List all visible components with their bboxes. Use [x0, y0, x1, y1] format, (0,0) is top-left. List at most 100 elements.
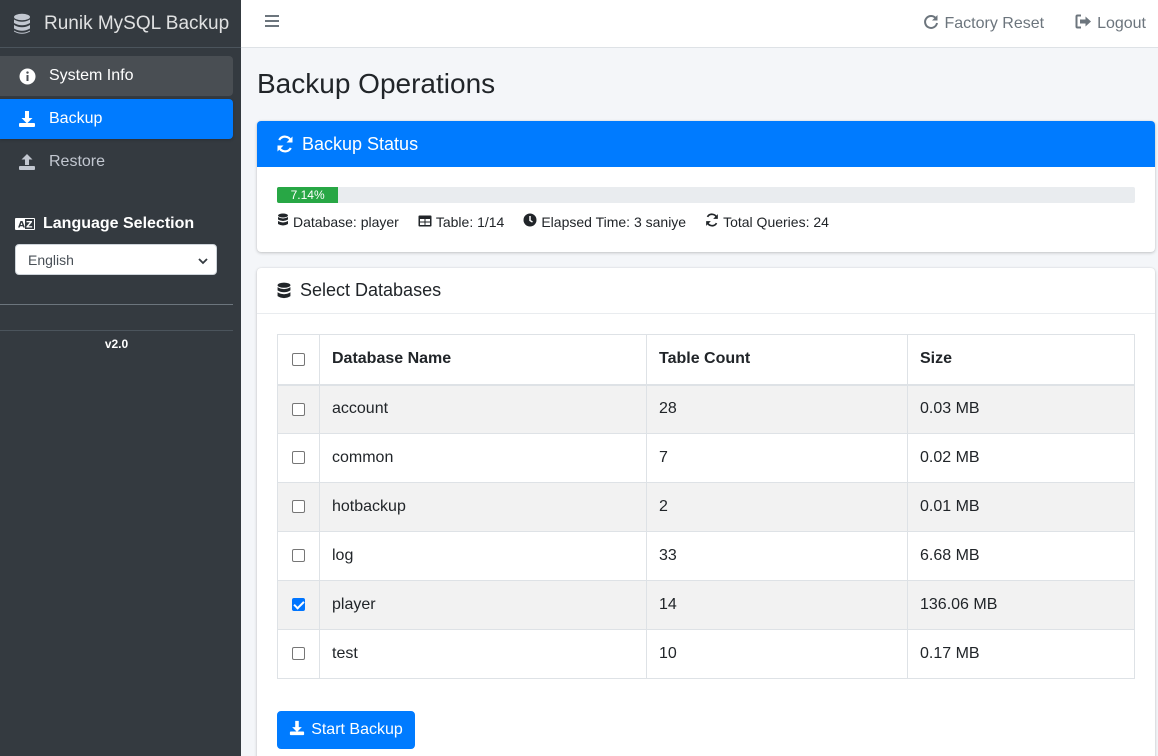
- row-checkbox-cell: [277, 580, 320, 630]
- db-name-cell: test: [319, 629, 647, 679]
- databases-table: Database Name Table Count Size account 2…: [277, 334, 1135, 679]
- table-count-cell: 10: [646, 629, 908, 679]
- db-name-cell: account: [319, 384, 647, 434]
- sidebar-item-label: Backup: [49, 110, 103, 127]
- language-section: AZ Language Selection English: [0, 185, 241, 275]
- table-header-row: Database Name Table Count Size: [277, 334, 1135, 386]
- table-row[interactable]: common 7 0.02 MB: [277, 433, 1135, 483]
- row-checkbox[interactable]: [292, 402, 305, 416]
- table-icon: [418, 214, 432, 230]
- row-checkbox[interactable]: [292, 451, 305, 465]
- sidebar-divider: [0, 330, 233, 331]
- sidebar-item-label: System Info: [49, 67, 134, 84]
- row-checkbox[interactable]: [292, 500, 305, 514]
- topbar: Factory Reset Logout: [241, 0, 1158, 48]
- backup-stats: Database: player Table: 1/14 Elapsed Tim…: [277, 213, 1155, 230]
- size-cell: 6.68 MB: [907, 531, 1135, 581]
- row-checkbox[interactable]: [292, 549, 305, 563]
- row-checkbox-cell: [277, 482, 320, 532]
- row-checkbox[interactable]: [292, 647, 305, 661]
- logout-label: Logout: [1097, 15, 1146, 32]
- sidebar-item-label: Restore: [49, 153, 106, 170]
- top-nav: Factory Reset Logout: [923, 0, 1146, 48]
- sign-out-icon: [1075, 14, 1092, 34]
- size-cell: 0.03 MB: [907, 384, 1135, 434]
- backup-progress: 7.14%: [277, 187, 1135, 203]
- chevron-down-icon: [198, 252, 208, 268]
- stat-table-text: Table: 1/14: [435, 213, 505, 230]
- download-icon: [18, 110, 36, 128]
- row-checkbox-cell: [277, 629, 320, 679]
- stat-table: Table: 1/14: [418, 213, 505, 230]
- svg-text:A: A: [18, 221, 25, 231]
- language-selected-value: English: [28, 251, 74, 268]
- sync-icon: [276, 135, 294, 153]
- language-icon: AZ: [15, 218, 35, 230]
- sidebar-item-backup[interactable]: Backup: [0, 99, 233, 139]
- select-databases-title: Select Databases: [300, 280, 442, 300]
- table-count-cell: 33: [646, 531, 908, 581]
- row-checkbox[interactable]: [292, 598, 305, 612]
- svg-text:Z: Z: [26, 221, 33, 231]
- db-name-cell: hotbackup: [319, 482, 647, 532]
- sidebar-item-system-info[interactable]: System Info: [0, 56, 233, 96]
- row-checkbox-cell: [277, 433, 320, 483]
- main-content: Backup Operations Backup Status 7.14% Da…: [257, 48, 1155, 756]
- size-cell: 136.06 MB: [907, 580, 1135, 630]
- language-title: AZ Language Selection: [15, 215, 226, 233]
- stat-queries-text: Total Queries: 24: [723, 213, 829, 230]
- db-name-cell: common: [319, 433, 647, 483]
- info-circle-icon: [18, 67, 36, 85]
- table-count-cell: 14: [646, 580, 908, 630]
- table-count-cell: 7: [646, 433, 908, 483]
- row-checkbox-cell: [277, 531, 320, 581]
- download-icon: [289, 720, 305, 741]
- size-cell: 0.02 MB: [907, 433, 1135, 483]
- backup-status-header: Backup Status: [257, 121, 1155, 167]
- table-row[interactable]: test 10 0.17 MB: [277, 629, 1135, 679]
- redo-icon: [923, 14, 939, 35]
- start-backup-button[interactable]: Start Backup: [277, 711, 415, 749]
- select-databases-card: Select Databases Database Name Table Cou…: [257, 268, 1155, 756]
- column-header-size[interactable]: Size: [907, 334, 1135, 386]
- stat-elapsed-text: Elapsed Time: 3 saniye: [541, 213, 687, 230]
- table-row[interactable]: player 14 136.06 MB: [277, 580, 1135, 630]
- table-row[interactable]: hotbackup 2 0.01 MB: [277, 482, 1135, 532]
- brand-title: Runik MySQL Backup: [44, 12, 230, 34]
- table-row[interactable]: account 28 0.03 MB: [277, 384, 1135, 434]
- database-icon: [277, 213, 289, 230]
- upload-icon: [18, 153, 36, 171]
- select-all-checkbox[interactable]: [292, 352, 305, 366]
- select-databases-header: Select Databases: [257, 268, 1155, 314]
- db-name-cell: log: [319, 531, 647, 581]
- sync-icon: [705, 213, 719, 230]
- stat-elapsed: Elapsed Time: 3 saniye: [523, 213, 686, 230]
- stat-database-text: Database: player: [293, 213, 399, 230]
- backup-status-card: Backup Status 7.14% Database: player Tab…: [257, 121, 1155, 252]
- language-title-label: Language Selection: [43, 215, 195, 232]
- column-header-name[interactable]: Database Name: [319, 334, 647, 386]
- sidebar: Runik MySQL Backup System Info Backup Re…: [0, 0, 241, 756]
- column-header-count[interactable]: Table Count: [646, 334, 908, 386]
- stat-queries: Total Queries: 24: [705, 213, 829, 230]
- table-count-cell: 28: [646, 384, 908, 434]
- stat-database: Database: player: [277, 213, 399, 230]
- start-backup-label: Start Backup: [311, 721, 403, 738]
- backup-status-title: Backup Status: [302, 133, 419, 154]
- brand[interactable]: Runik MySQL Backup: [0, 0, 241, 48]
- logout-link[interactable]: Logout: [1075, 14, 1146, 34]
- table-row[interactable]: log 33 6.68 MB: [277, 531, 1135, 581]
- clock-icon: [523, 213, 537, 230]
- table-count-cell: 2: [646, 482, 908, 532]
- row-checkbox-cell: [277, 384, 320, 434]
- version-label: v2.0: [104, 337, 129, 351]
- page-title: Backup Operations: [257, 68, 496, 99]
- factory-reset-link[interactable]: Factory Reset: [923, 14, 1044, 35]
- menu-toggle-icon[interactable]: [265, 14, 279, 28]
- sidebar-item-restore[interactable]: Restore: [0, 142, 233, 182]
- factory-reset-label: Factory Reset: [944, 15, 1045, 32]
- sidebar-nav: System Info Backup Restore: [0, 48, 241, 182]
- select-all-cell: [277, 334, 320, 386]
- database-icon: [276, 282, 292, 300]
- language-select[interactable]: English: [15, 244, 217, 275]
